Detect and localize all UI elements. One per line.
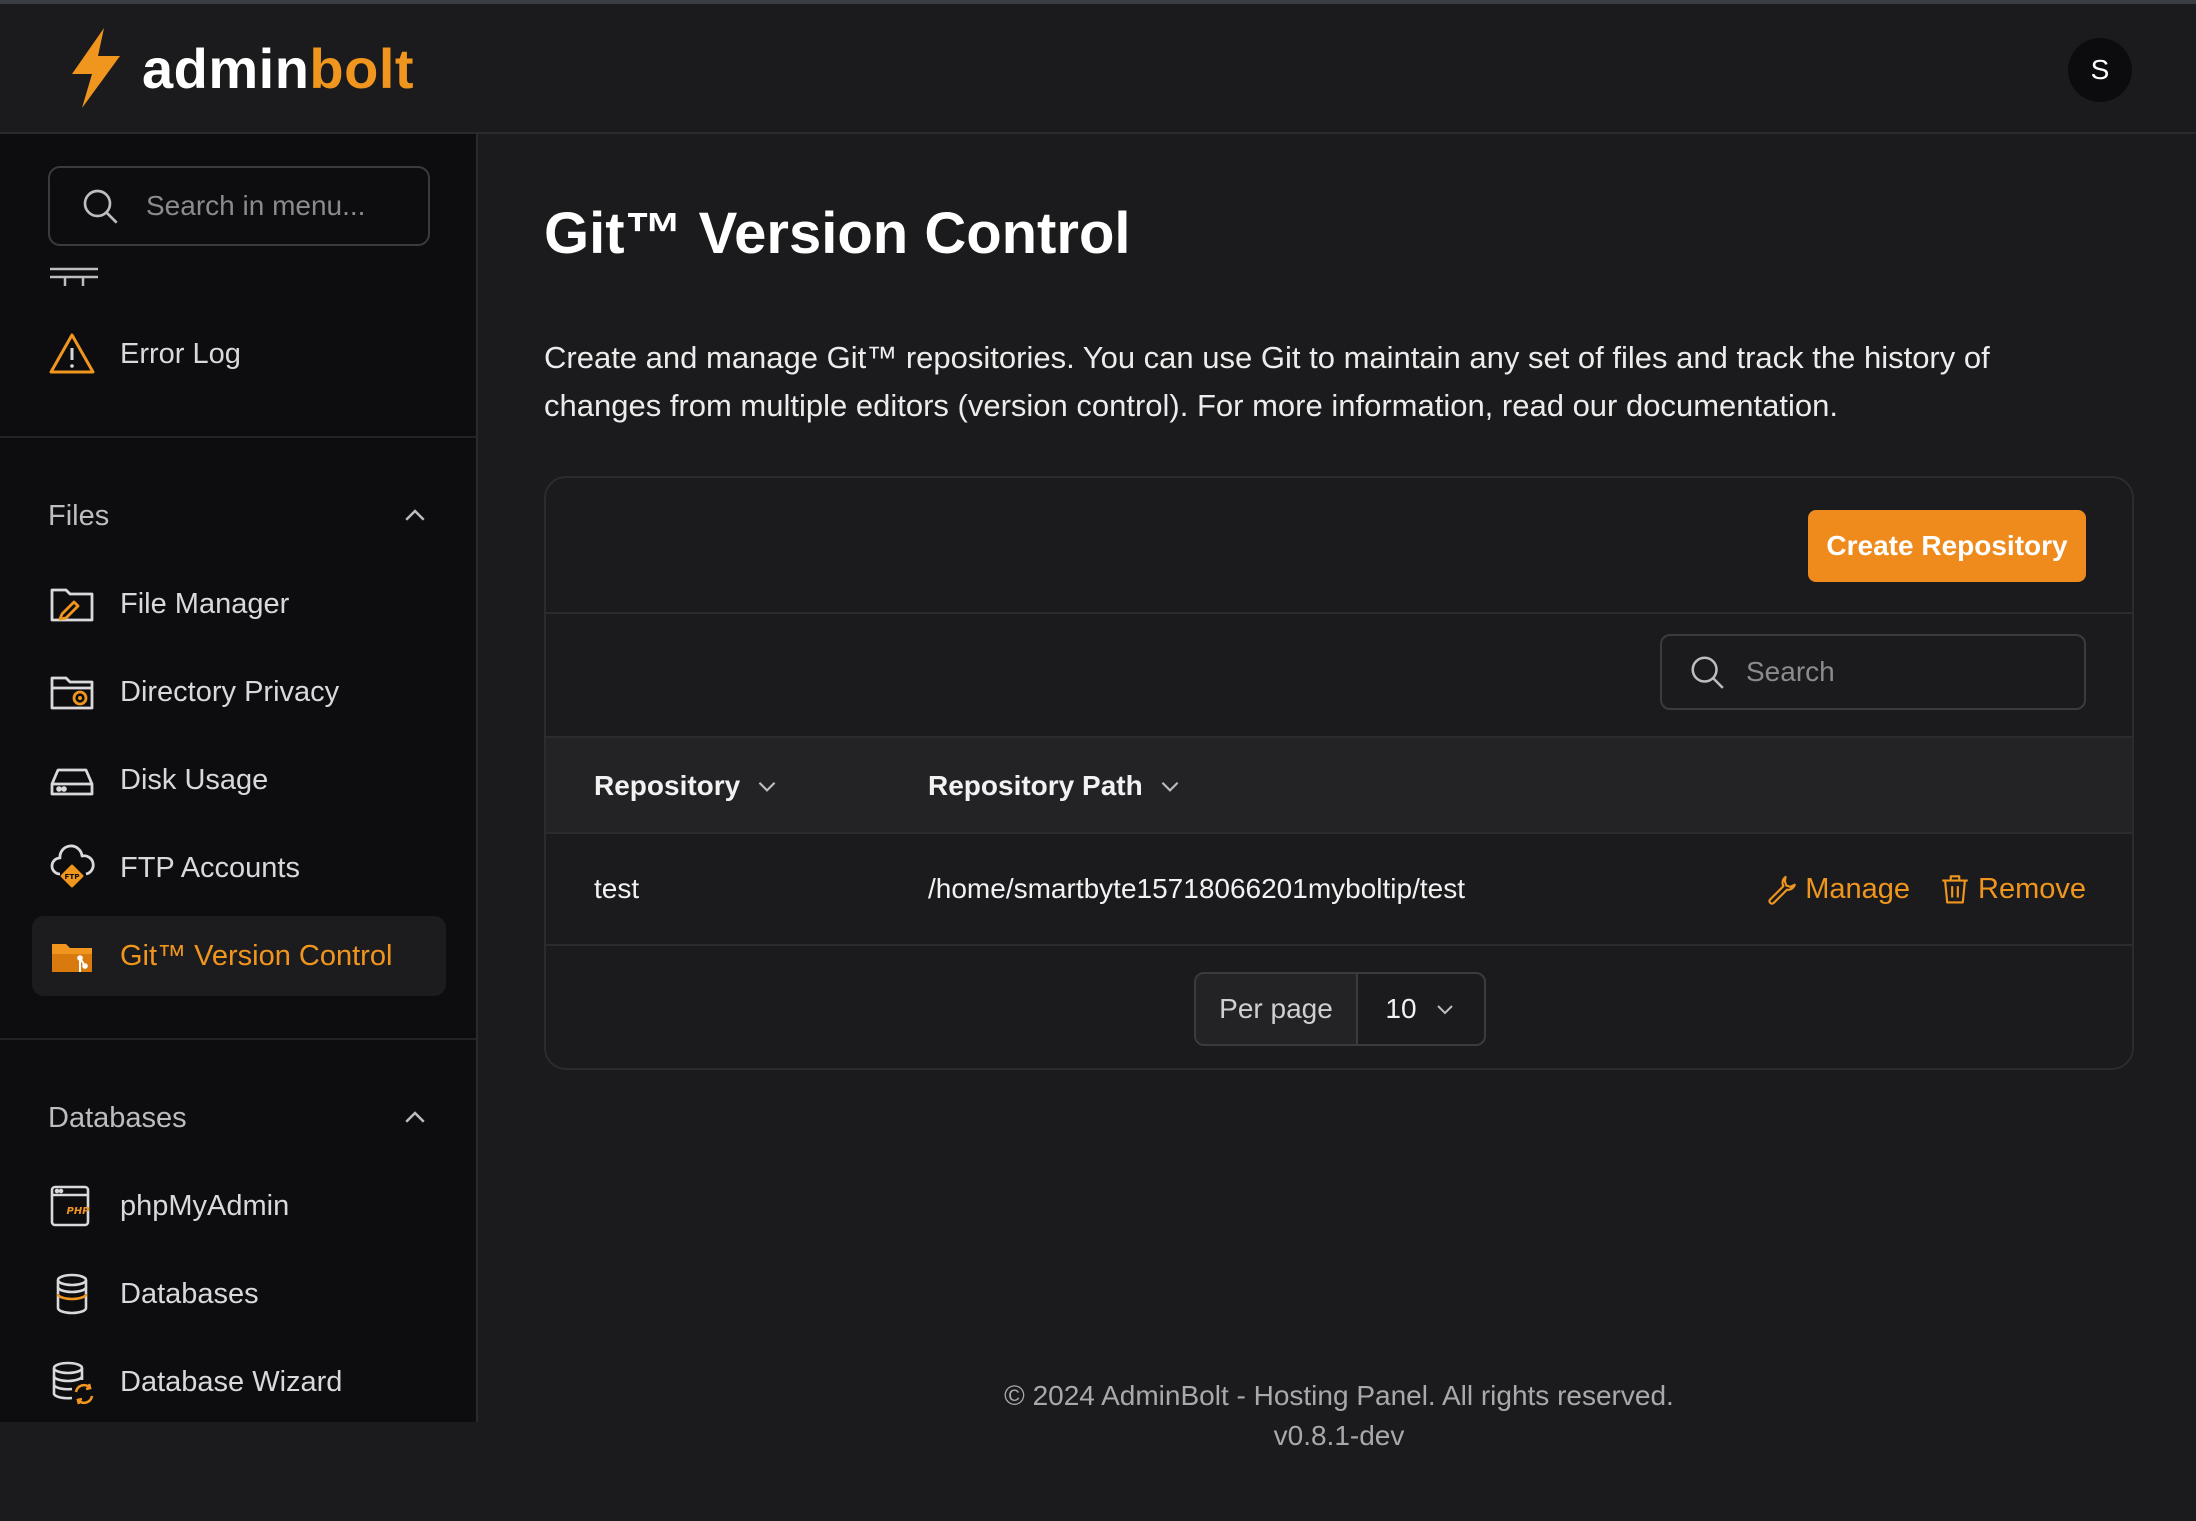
menu-search-input[interactable] bbox=[146, 190, 406, 222]
trash-icon bbox=[1942, 875, 1968, 904]
cell-repository: test bbox=[594, 873, 640, 904]
sidebar-item-label: File Manager bbox=[120, 587, 290, 620]
partial-monitor-icon bbox=[48, 266, 100, 296]
sidebar-item-label: Directory Privacy bbox=[120, 675, 340, 708]
remove-label: Remove bbox=[1978, 872, 2086, 905]
chevron-up-icon bbox=[405, 509, 425, 521]
row-actions: Manage Remove bbox=[1765, 834, 2086, 944]
page-description: Create and manage Git™ repositories. You… bbox=[544, 340, 1990, 423]
per-page-select[interactable]: 10 bbox=[1358, 974, 1484, 1044]
sidebar-item-disk-usage[interactable]: Disk Usage bbox=[32, 740, 446, 820]
svg-text:PHP: PHP bbox=[66, 1206, 90, 1217]
sidebar-item-error-log[interactable]: Error Log bbox=[32, 314, 446, 394]
column-header-label: Repository Path bbox=[928, 770, 1143, 801]
table-header: Repository Repository Path bbox=[546, 736, 2132, 834]
cell-repository-path: /home/smartbyte15718066201myboltip/test bbox=[928, 873, 1465, 904]
svg-text:FTP: FTP bbox=[64, 872, 79, 881]
chevron-down-icon bbox=[758, 781, 776, 792]
remove-button[interactable]: Remove bbox=[1938, 872, 2086, 906]
disk-usage-icon bbox=[48, 756, 96, 804]
sidebar-item-label: Database Wizard bbox=[120, 1365, 343, 1398]
column-header-label: Repository bbox=[594, 770, 741, 801]
sidebar-item-label: Git™ Version Control bbox=[120, 939, 393, 972]
git-folder-icon bbox=[48, 932, 96, 980]
section-header-databases[interactable]: Databases bbox=[48, 1098, 430, 1138]
per-page-label: Per page bbox=[1196, 974, 1358, 1044]
search-icon bbox=[83, 189, 118, 224]
manage-button[interactable]: Manage bbox=[1765, 872, 1910, 906]
sidebar-item-file-manager[interactable]: File Manager bbox=[32, 564, 446, 644]
warning-icon bbox=[48, 330, 96, 378]
app-header: adminbolt S bbox=[0, 4, 2196, 134]
per-page-value: 10 bbox=[1385, 993, 1417, 1024]
sidebar-item-label: FTP Accounts bbox=[120, 851, 300, 884]
section-header-files[interactable]: Files bbox=[48, 496, 430, 536]
page-footer: © 2024 AdminBolt - Hosting Panel. All ri… bbox=[544, 1376, 2134, 1456]
sidebar-item-database-wizard[interactable]: Database Wizard bbox=[32, 1342, 446, 1422]
database-wizard-icon bbox=[48, 1358, 96, 1406]
user-avatar[interactable]: S bbox=[2068, 38, 2132, 102]
logo[interactable]: adminbolt bbox=[60, 26, 414, 110]
table-row: test /home/smartbyte15718066201myboltip/… bbox=[546, 834, 2132, 946]
sidebar-divider bbox=[0, 1038, 476, 1040]
chevron-down-icon bbox=[1161, 781, 1179, 792]
search-icon bbox=[1691, 656, 1724, 689]
sidebar: Error Log Files File Manager Directory P… bbox=[0, 134, 478, 1422]
file-manager-icon bbox=[48, 580, 96, 628]
create-repository-button[interactable]: Create Repository bbox=[1808, 510, 2086, 582]
wrench-icon bbox=[1768, 875, 1796, 905]
sidebar-divider bbox=[0, 436, 476, 438]
phpmyadmin-icon: PHP bbox=[48, 1182, 96, 1230]
card-toolbar: Create Repository bbox=[546, 478, 2132, 614]
sidebar-item-label: Disk Usage bbox=[120, 763, 269, 796]
manage-label: Manage bbox=[1805, 872, 1910, 905]
bolt-logo-icon bbox=[72, 28, 120, 108]
section-title: Databases bbox=[48, 1101, 187, 1134]
sidebar-item-label: Databases bbox=[120, 1277, 259, 1310]
footer-copyright: © 2024 AdminBolt - Hosting Panel. All ri… bbox=[1004, 1380, 1674, 1411]
repository-card: Create Repository Repository Repository … bbox=[544, 476, 2134, 1070]
table-search-row bbox=[546, 614, 2132, 736]
sidebar-item-phpmyadmin[interactable]: PHP phpMyAdmin bbox=[32, 1166, 446, 1246]
directory-privacy-icon bbox=[48, 668, 96, 716]
database-icon bbox=[48, 1270, 96, 1318]
sidebar-item-directory-privacy[interactable]: Directory Privacy bbox=[32, 652, 446, 732]
sidebar-item-databases[interactable]: Databases bbox=[32, 1254, 446, 1334]
section-title: Files bbox=[48, 499, 110, 532]
table-search-input[interactable] bbox=[1746, 656, 2046, 688]
sidebar-item-label: Error Log bbox=[120, 337, 241, 370]
menu-search-box[interactable] bbox=[48, 166, 430, 246]
page-title: Git™ Version Control bbox=[544, 201, 1131, 266]
footer-version: v0.8.1-dev bbox=[1273, 1420, 1405, 1451]
chevron-down-icon bbox=[1436, 1005, 1453, 1015]
per-page-selector: Per page 10 bbox=[1194, 972, 1486, 1046]
chevron-up-icon bbox=[405, 1111, 425, 1123]
column-header-repository-path[interactable]: Repository Path bbox=[928, 738, 1183, 834]
table-search-box[interactable] bbox=[1660, 634, 2086, 710]
sidebar-item-label: phpMyAdmin bbox=[120, 1189, 290, 1222]
column-header-repository[interactable]: Repository bbox=[594, 738, 780, 834]
logo-text: adminbolt bbox=[142, 36, 415, 100]
ftp-accounts-icon: FTP bbox=[48, 844, 96, 892]
sidebar-item-git-version-control[interactable]: Git™ Version Control bbox=[32, 916, 446, 996]
sidebar-item-ftp-accounts[interactable]: FTP FTP Accounts bbox=[32, 828, 446, 908]
